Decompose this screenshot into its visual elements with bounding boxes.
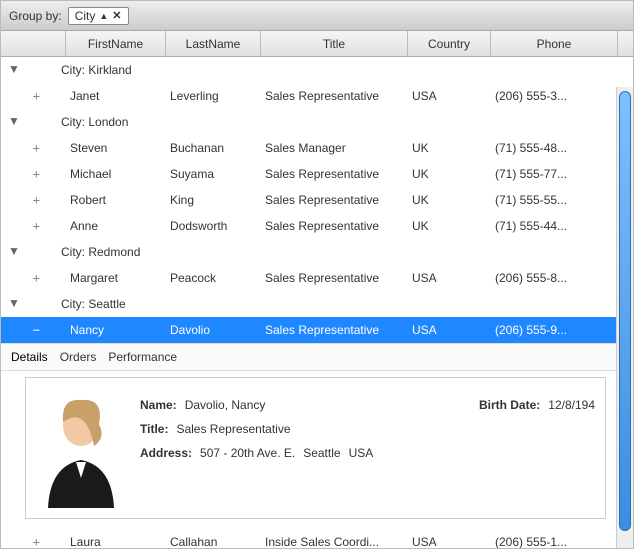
tab-orders[interactable]: Orders [60, 348, 97, 366]
group-row-redmond[interactable]: ▼ City: Redmond [1, 239, 616, 265]
detail-name-value: Davolio, Nancy [185, 398, 266, 412]
header-country[interactable]: Country [408, 31, 491, 56]
table-row[interactable]: + Robert King Sales Representative UK (7… [1, 187, 616, 213]
group-chip-text: City [75, 9, 96, 23]
expand-icon[interactable]: + [33, 167, 40, 181]
detail-birth-label: Birth Date: [479, 398, 540, 412]
group-row-kirkland[interactable]: ▼ City: Kirkland [1, 57, 616, 83]
detail-title-label: Title: [140, 422, 168, 436]
group-row-seattle[interactable]: ▼ City: Seattle [1, 291, 616, 317]
collapse-icon[interactable]: − [33, 323, 40, 337]
group-by-bar: Group by: City ▲ ✕ [1, 1, 633, 31]
grid-wrap: FirstName LastName Title Country Phone ▼… [1, 31, 633, 548]
detail-address-street: 507 - 20th Ave. E. [200, 446, 295, 460]
expand-icon[interactable]: + [33, 89, 40, 103]
table-row[interactable]: + Margaret Peacock Sales Representative … [1, 265, 616, 291]
tab-details[interactable]: Details [11, 348, 48, 366]
expand-icon[interactable]: + [33, 219, 40, 233]
expand-icon[interactable]: + [33, 141, 40, 155]
grid-body[interactable]: ▼ City: Kirkland + Janet Leverling Sales… [1, 57, 616, 548]
header-firstname[interactable]: FirstName [66, 31, 166, 56]
tab-performance[interactable]: Performance [108, 348, 177, 366]
chevron-down-icon[interactable]: ▼ [1, 114, 27, 128]
header-lastname[interactable]: LastName [166, 31, 261, 56]
detail-tabs: Details Orders Performance [1, 343, 616, 371]
header-phone[interactable]: Phone [491, 31, 618, 56]
sort-asc-icon[interactable]: ▲ [99, 11, 108, 21]
header-title[interactable]: Title [261, 31, 408, 56]
detail-address-label: Address: [140, 446, 192, 460]
detail-name-label: Name: [140, 398, 177, 412]
chevron-down-icon[interactable]: ▼ [1, 62, 27, 76]
table-row[interactable]: + Janet Leverling Sales Representative U… [1, 83, 616, 109]
expand-icon[interactable]: + [33, 271, 40, 285]
detail-title-value: Sales Representative [176, 422, 290, 436]
table-row[interactable]: + Steven Buchanan Sales Manager UK (71) … [1, 135, 616, 161]
detail-fields: Name: Davolio, Nancy Birth Date: 12/8/19… [140, 388, 595, 508]
vertical-scrollbar[interactable] [616, 87, 633, 548]
group-chip-city[interactable]: City ▲ ✕ [68, 7, 129, 25]
expand-icon[interactable]: + [33, 535, 40, 548]
detail-address-city: Seattle [303, 446, 340, 460]
avatar-image [36, 388, 126, 508]
table-row-selected[interactable]: − Nancy Davolio Sales Representative USA… [1, 317, 616, 343]
table-row[interactable]: + Anne Dodsworth Sales Representative UK… [1, 213, 616, 239]
avatar [36, 388, 126, 508]
expand-icon[interactable]: + [33, 193, 40, 207]
scrollbar-thumb[interactable] [619, 91, 631, 531]
group-by-label: Group by: [9, 9, 62, 23]
detail-address-country: USA [349, 446, 374, 460]
detail-card: Name: Davolio, Nancy Birth Date: 12/8/19… [25, 377, 606, 519]
detail-birth-value: 12/8/194 [548, 398, 595, 412]
header-gap [1, 31, 66, 56]
table-row[interactable]: + Laura Callahan Inside Sales Coordi... … [1, 529, 616, 548]
column-header-row: FirstName LastName Title Country Phone [1, 31, 633, 57]
table-row[interactable]: + Michael Suyama Sales Representative UK… [1, 161, 616, 187]
chevron-down-icon[interactable]: ▼ [1, 296, 27, 310]
chevron-down-icon[interactable]: ▼ [1, 244, 27, 258]
group-row-london[interactable]: ▼ City: London [1, 109, 616, 135]
grid-container: Group by: City ▲ ✕ FirstName LastName Ti… [0, 0, 634, 549]
remove-group-icon[interactable]: ✕ [112, 9, 121, 22]
